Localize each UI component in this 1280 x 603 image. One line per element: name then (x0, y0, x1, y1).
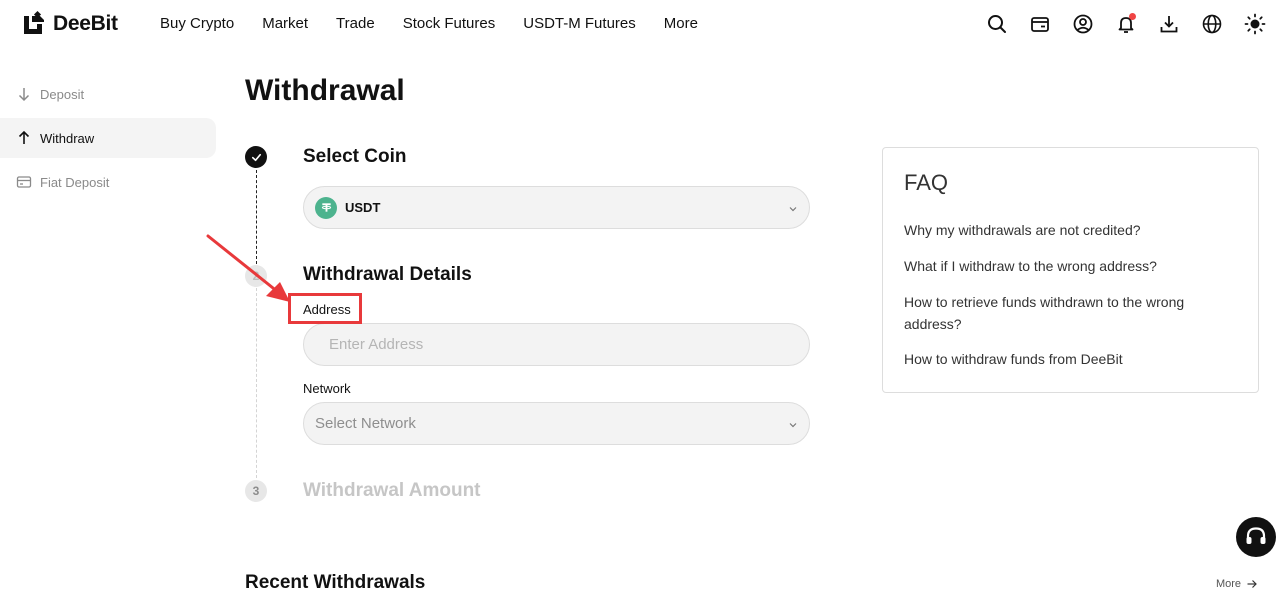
nav-more[interactable]: More (664, 15, 698, 32)
network-select[interactable]: Select Network (303, 402, 810, 445)
nav-market[interactable]: Market (262, 15, 308, 32)
arrow-right-icon (1247, 580, 1257, 588)
sidebar-item-label: Fiat Deposit (40, 174, 110, 190)
brand-name: DeeBit (53, 12, 118, 35)
header-icons (965, 13, 1266, 35)
deebit-logo[interactable]: DeeBit (20, 10, 118, 38)
faq-title: FAQ (904, 170, 949, 195)
more-link-label: More (1215, 578, 1241, 590)
sidebar-item-label: Deposit (40, 86, 85, 102)
page-title: Withdrawal (245, 74, 405, 107)
recent-withdrawals-title: Recent Withdrawals (245, 572, 426, 593)
top-header: DeeBit Buy Crypto Market Trade Stock Fut… (0, 0, 1280, 48)
step-1-check-icon (245, 146, 267, 168)
sidebar-item-fiat-deposit[interactable]: Fiat Deposit (0, 162, 216, 202)
nav-usdt-m-futures[interactable]: USDT-M Futures (523, 15, 636, 32)
faq-question[interactable]: Why my withdrawals are not credited? (904, 219, 1141, 241)
tether-icon (315, 196, 337, 219)
more-link[interactable]: More (1216, 578, 1258, 590)
nav-trade[interactable]: Trade (336, 15, 375, 32)
annotation-arrow-icon (206, 234, 290, 302)
globe-icon[interactable] (1201, 13, 1223, 35)
sidebar: Deposit Withdraw Fiat Deposit (0, 74, 216, 206)
step-connector (256, 288, 257, 478)
arrow-down-icon (18, 88, 30, 102)
wallet-icon[interactable] (1029, 13, 1051, 35)
network-label: Network (303, 381, 351, 396)
main-nav: Buy Crypto Market Trade Stock Futures US… (160, 15, 726, 32)
nav-stock-futures[interactable]: Stock Futures (403, 15, 496, 32)
step-3-title: Withdrawal Amount (303, 480, 481, 501)
nav-buy-crypto[interactable]: Buy Crypto (160, 15, 234, 32)
theme-sun-icon[interactable] (1244, 13, 1266, 35)
headset-icon (1246, 527, 1266, 544)
coin-select[interactable]: USDT (303, 186, 810, 229)
step-3-badge: 3 (245, 480, 267, 502)
sidebar-item-label: Withdraw (40, 130, 95, 146)
sidebar-item-withdraw[interactable]: Withdraw (0, 118, 216, 158)
step-1-title: Select Coin (303, 146, 407, 167)
faq-question[interactable]: What if I withdraw to the wrong address? (904, 255, 1157, 277)
selected-coin-label: USDT (345, 200, 381, 215)
support-chat-button[interactable] (1236, 517, 1276, 557)
arrow-up-icon (18, 130, 30, 144)
deebit-logo-icon (24, 10, 44, 34)
account-icon[interactable] (1072, 13, 1094, 35)
faq-question[interactable]: How to retrieve funds withdrawn to the w… (904, 291, 1224, 335)
notification-bell-icon[interactable] (1115, 13, 1137, 35)
download-icon[interactable] (1158, 13, 1180, 35)
card-icon (16, 176, 32, 188)
network-placeholder: Select Network (315, 415, 416, 432)
notification-dot (1129, 13, 1136, 20)
sidebar-item-deposit[interactable]: Deposit (0, 74, 216, 114)
address-input[interactable] (303, 323, 810, 366)
chevron-down-icon (787, 418, 799, 430)
chevron-down-icon (787, 202, 799, 214)
step-2-title: Withdrawal Details (303, 264, 472, 285)
search-icon[interactable] (986, 13, 1008, 35)
faq-panel: FAQ Why my withdrawals are not credited?… (882, 147, 1259, 393)
faq-question[interactable]: How to withdraw funds from DeeBit (904, 348, 1123, 370)
